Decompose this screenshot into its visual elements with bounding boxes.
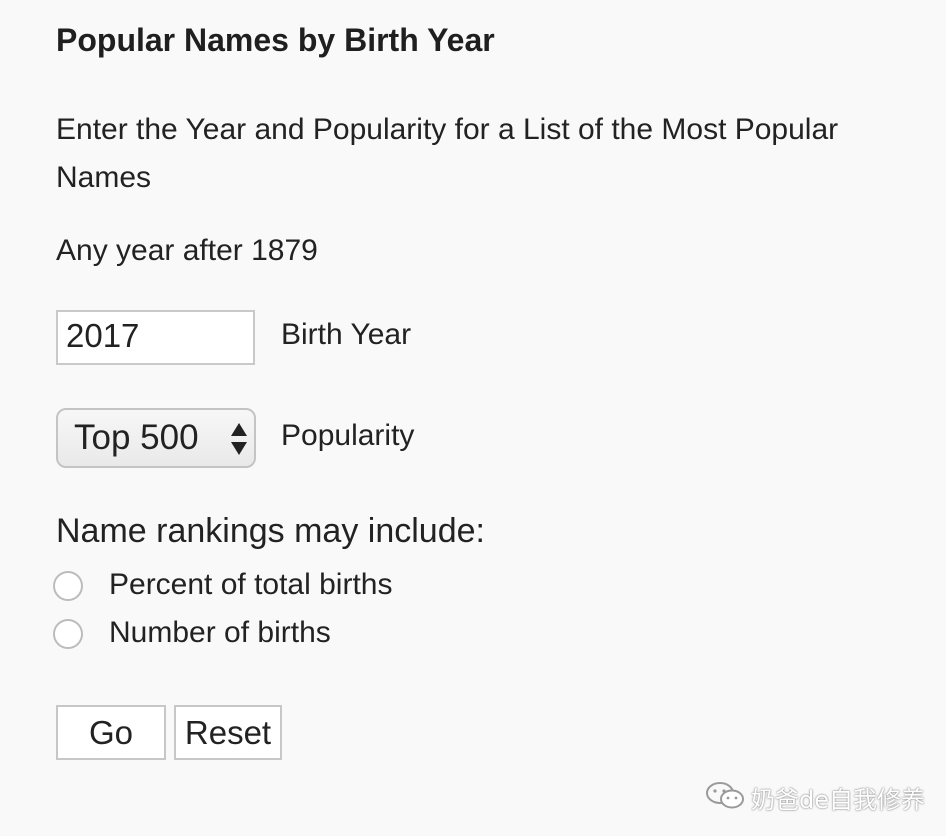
watermark-text: 奶爸de自我修养 (751, 786, 925, 814)
birth-year-label: Birth Year (281, 318, 412, 351)
page-title: Popular Names by Birth Year (56, 22, 495, 58)
reset-button[interactable]: Reset (174, 705, 282, 760)
popular-names-form-page: Popular Names by Birth Year Enter the Ye… (0, 0, 946, 836)
number-radio-label: Number of births (109, 616, 331, 649)
year-hint: Any year after 1879 (56, 234, 318, 267)
percent-radio-label: Percent of total births (109, 568, 393, 601)
rankings-heading: Name rankings may include: (56, 512, 485, 550)
go-button[interactable]: Go (56, 705, 166, 760)
intro-text: Enter the Year and Popularity for a List… (56, 113, 839, 194)
select-arrows-icon (231, 423, 247, 455)
percent-radio[interactable] (53, 571, 83, 601)
popularity-label: Popularity (281, 419, 415, 452)
popularity-selected-value: Top 500 (74, 418, 199, 457)
popularity-select[interactable]: Top 500 (56, 408, 256, 468)
birth-year-input[interactable] (56, 310, 255, 365)
number-radio[interactable] (53, 619, 83, 649)
wechat-icon (706, 782, 744, 809)
